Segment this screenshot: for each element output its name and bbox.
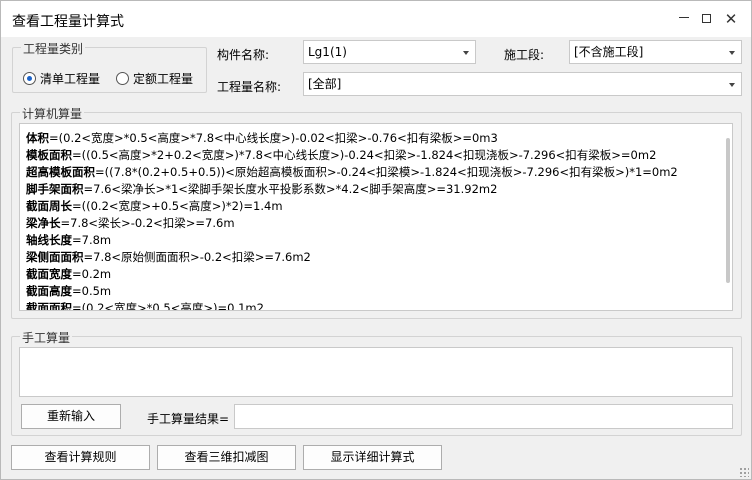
minimize-button[interactable] [673,9,695,29]
maximize-button[interactable] [695,9,717,29]
calc-line-formula: =0.5m [72,284,112,298]
radio-checked-icon [23,72,36,85]
radio-unchecked-icon [116,72,129,85]
stage-label: 施工段: [504,48,545,62]
quantity-formula-dialog: 查看工程量计算式 ✕ 工程量类别 清单工程量 定额工程量 构件名称: Lg1(1… [0,0,752,480]
component-name-label: 构件名称: [217,48,270,62]
stage-value: [不含施工段] [574,45,644,59]
calc-line: 超高模板面积=((7.8*(0.2+0.5+0.5))<原始超高模板面积>-0.… [26,164,678,180]
calc-line-formula: =7.6<梁净长>*1<梁脚手架长度水平投影系数>*4.2<脚手架高度>=31.… [83,182,498,196]
reinput-button[interactable]: 重新输入 [21,404,121,429]
calc-line-formula: =(0.2<宽度>*0.5<高度>)=0.1m2 [72,301,264,311]
calc-line: 截面宽度=0.2m [26,266,111,282]
calc-line-formula: =7.8m [72,233,112,247]
calc-line-formula: =((0.5<高度>*2+0.2<宽度>)*7.8<中心线长度>)-0.24<扣… [72,148,657,162]
title-bar: 查看工程量计算式 ✕ [1,1,751,37]
calc-line-name: 梁侧面面积 [26,250,84,264]
calc-line-name: 超高模板面积 [26,165,95,179]
calc-line-name: 体积 [26,131,49,145]
minimize-icon [679,17,689,18]
radio-quota-quantity[interactable]: 定额工程量 [116,70,193,87]
maximize-icon [701,14,711,23]
manual-result-label: 手工算量结果= [147,412,230,426]
computer-calc-group-label: 计算机算量 [20,105,85,122]
calc-line-formula: =7.8<梁长>-0.2<扣梁>=7.6m [60,216,235,230]
calc-line: 梁净长=7.8<梁长>-0.2<扣梁>=7.6m [26,215,235,231]
calc-line-formula: =7.8<原始侧面面积>-0.2<扣梁>=7.6m2 [83,250,311,264]
chevron-down-icon [729,83,735,87]
chevron-down-icon [463,51,469,55]
quantity-name-label: 工程量名称: [217,80,282,94]
computer-calc-text-area[interactable]: 体积=(0.2<宽度>*0.5<高度>*7.8<中心线长度>)-0.02<扣梁>… [19,123,733,311]
close-button[interactable]: ✕ [720,9,742,29]
calc-line-name: 脚手架面积 [26,182,84,196]
manual-calc-group-label: 手工算量 [20,329,73,346]
calc-line: 模板面积=((0.5<高度>*2+0.2<宽度>)*7.8<中心线长度>)-0.… [26,147,656,163]
calc-line-name: 截面宽度 [26,267,72,281]
close-icon: ✕ [724,10,738,28]
component-name-select[interactable]: Lg1(1) [303,40,476,64]
manual-result-field[interactable] [234,404,733,429]
calc-line: 截面高度=0.5m [26,283,111,299]
quantity-type-group: 工程量类别 清单工程量 定额工程量 [12,40,207,93]
view-3d-deduction-button[interactable]: 查看三维扣减图 [157,445,296,470]
quantity-type-group-label: 工程量类别 [21,40,86,57]
calc-line: 脚手架面积=7.6<梁净长>*1<梁脚手架长度水平投影系数>*4.2<脚手架高度… [26,181,497,197]
radio-quota-quantity-label: 定额工程量 [133,72,194,86]
radio-bill-quantity-label: 清单工程量 [40,72,101,86]
calc-line-name: 模板面积 [26,148,72,162]
chevron-down-icon [729,51,735,55]
radio-bill-quantity[interactable]: 清单工程量 [23,70,100,87]
calc-line-name: 截面周长 [26,199,72,213]
calc-line: 轴线长度=7.8m [26,232,111,248]
component-name-value: Lg1(1) [308,45,347,59]
show-detail-formula-button[interactable]: 显示详细计算式 [303,445,442,470]
window-title: 查看工程量计算式 [12,14,124,30]
calc-line-name: 梁净长 [26,216,61,230]
stage-select[interactable]: [不含施工段] [569,40,742,64]
view-calc-rules-button[interactable]: 查看计算规则 [11,445,150,470]
vertical-scrollbar[interactable] [726,138,730,283]
quantity-name-select[interactable]: [全部] [303,72,742,96]
manual-calc-input-area[interactable] [19,347,733,397]
calc-line: 截面周长=((0.2<宽度>+0.5<高度>)*2)=1.4m [26,198,283,214]
calc-line-formula: =(0.2<宽度>*0.5<高度>*7.8<中心线长度>)-0.02<扣梁>-0… [49,131,498,145]
calc-line-formula: =((0.2<宽度>+0.5<高度>)*2)=1.4m [72,199,283,213]
calc-line-name: 轴线长度 [26,233,72,247]
calc-line-formula: =((7.8*(0.2+0.5+0.5))<原始超高模板面积>-0.24<扣梁模… [95,165,678,179]
calc-line: 梁侧面面积=7.8<原始侧面面积>-0.2<扣梁>=7.6m2 [26,249,311,265]
resize-grip-icon[interactable] [739,467,749,477]
calc-line-name: 截面高度 [26,284,72,298]
calc-line: 截面面积=(0.2<宽度>*0.5<高度>)=0.1m2 [26,300,264,311]
calc-line: 体积=(0.2<宽度>*0.5<高度>*7.8<中心线长度>)-0.02<扣梁>… [26,130,498,146]
quantity-name-value: [全部] [308,77,342,91]
calc-line-formula: =0.2m [72,267,112,281]
calc-line-name: 截面面积 [26,301,72,311]
